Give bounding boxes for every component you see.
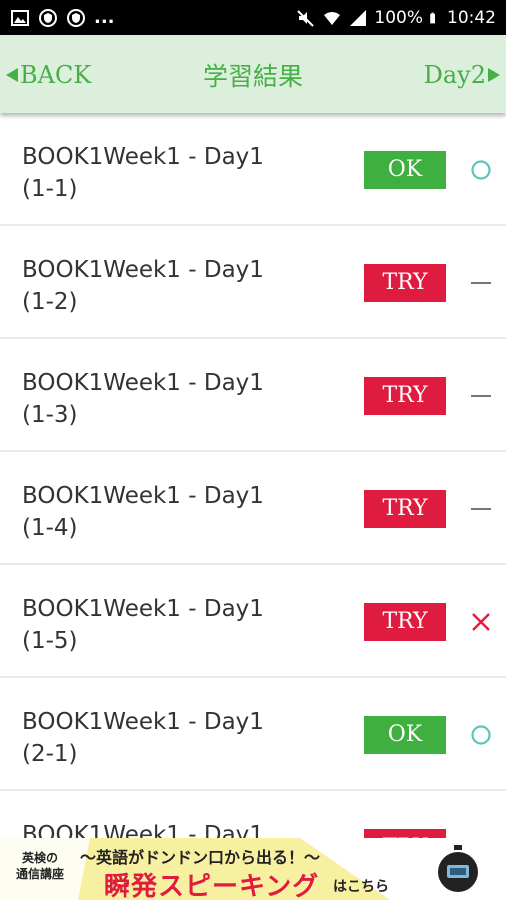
- ok-button[interactable]: OK: [364, 716, 446, 754]
- shield-notification-icon: [39, 9, 57, 27]
- stopwatch-icon: [438, 845, 478, 892]
- battery-icon: [430, 12, 435, 24]
- list-item[interactable]: BOOK1Week1 - Day1 (1-4) TRY: [0, 452, 506, 565]
- system-icons: 100% 10:42: [296, 6, 496, 30]
- lesson-title: BOOK1Week1 - Day1 (1-2): [22, 257, 264, 315]
- circle-mark-icon: [471, 160, 491, 180]
- list-item[interactable]: BOOK1Week1 - Day1 TRY: [0, 791, 506, 838]
- ad-banner[interactable]: 英検の 通信講座 ～英語がドンドン口から出る！～ 瞬発スピーキング はこちら: [0, 838, 506, 900]
- lesson-title: BOOK1Week1 - Day1 (1-3): [22, 370, 264, 428]
- ad-course-label: 英検の 通信講座: [15, 851, 64, 881]
- list-item[interactable]: BOOK1Week1 - Day1 (1-2) TRY: [0, 226, 506, 339]
- more-notifications-indicator: ...: [94, 7, 115, 28]
- ad-tagline: ～英語がドンドン口から出る！～: [80, 848, 321, 867]
- try-button[interactable]: TRY: [364, 490, 446, 528]
- next-day-button[interactable]: Day2: [424, 60, 500, 90]
- list-item[interactable]: BOOK1Week1 - Day1 (1-3) TRY: [0, 339, 506, 452]
- clock: 10:42: [447, 8, 496, 28]
- circle-mark-icon: [471, 725, 491, 745]
- try-button[interactable]: TRY: [364, 264, 446, 302]
- dash-mark-icon: [471, 282, 491, 284]
- cross-mark-icon: [472, 613, 490, 631]
- lesson-title: BOOK1Week1 - Day1: [22, 822, 264, 838]
- status-bar: ... 100% 10:42: [0, 0, 506, 35]
- signal-icon: [350, 10, 367, 26]
- ad-headline: 瞬発スピーキング: [104, 872, 320, 900]
- lesson-title: BOOK1Week1 - Day1 (1-1): [22, 144, 264, 202]
- dash-mark-icon: [471, 508, 491, 510]
- ok-button[interactable]: OK: [364, 151, 446, 189]
- notification-icons: ...: [10, 6, 115, 30]
- security-notification-icon: [67, 9, 85, 27]
- dash-mark-icon: [471, 395, 491, 397]
- result-list[interactable]: BOOK1Week1 - Day1 (1-1) OK BOOK1Week1 - …: [0, 113, 506, 838]
- lesson-title: BOOK1Week1 - Day1 (1-5): [22, 596, 264, 654]
- list-item[interactable]: BOOK1Week1 - Day1 (1-1) OK: [0, 113, 506, 226]
- battery-percentage: 100%: [374, 8, 423, 28]
- try-button[interactable]: TRY: [364, 603, 446, 641]
- list-item[interactable]: BOOK1Week1 - Day1 (1-5) TRY: [0, 565, 506, 678]
- mute-icon: [297, 10, 315, 27]
- try-button[interactable]: TRY: [364, 377, 446, 415]
- lesson-title: BOOK1Week1 - Day1 (2-1): [22, 709, 264, 767]
- wifi-icon: [324, 12, 341, 25]
- list-item[interactable]: BOOK1Week1 - Day1 (2-1) OK: [0, 678, 506, 791]
- next-day-label: Day2: [423, 61, 486, 89]
- ad-cta: はこちら: [333, 879, 389, 895]
- app-header: BACK 学習結果 Day2: [0, 35, 506, 113]
- right-arrow-icon: [488, 68, 500, 82]
- lesson-title: BOOK1Week1 - Day1 (1-4): [22, 483, 264, 541]
- image-notification-icon: [11, 10, 29, 26]
- try-button[interactable]: TRY: [364, 829, 446, 838]
